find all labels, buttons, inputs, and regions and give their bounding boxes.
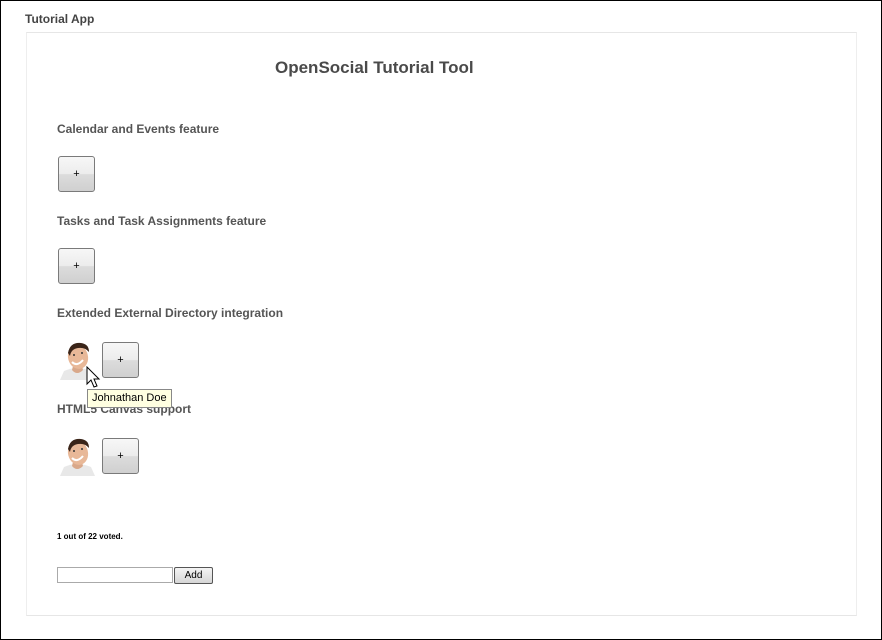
feature-title-calendar: Calendar and Events feature xyxy=(57,122,220,136)
page-title: OpenSocial Tutorial Tool xyxy=(275,58,474,77)
add-button[interactable]: Add xyxy=(174,567,213,584)
content-panel xyxy=(26,32,857,616)
vote-status: 1 out of 22 voted. xyxy=(57,532,123,541)
feature-title-directory: Extended External Directory integration xyxy=(57,306,284,320)
feature-name-input[interactable] xyxy=(57,567,173,583)
app-title: Tutorial App xyxy=(25,12,95,26)
avatar[interactable] xyxy=(58,436,96,476)
vote-button-directory[interactable]: + xyxy=(102,342,139,378)
feature-title-tasks: Tasks and Task Assignments feature xyxy=(57,214,267,228)
vote-button-tasks[interactable]: + xyxy=(58,248,95,284)
mouse-cursor-icon xyxy=(86,366,101,388)
avatar-photo xyxy=(58,436,96,476)
vote-button-canvas[interactable]: + xyxy=(102,438,139,474)
vote-button-calendar[interactable]: + xyxy=(58,156,95,192)
avatar-tooltip: Johnathan Doe xyxy=(87,389,172,408)
